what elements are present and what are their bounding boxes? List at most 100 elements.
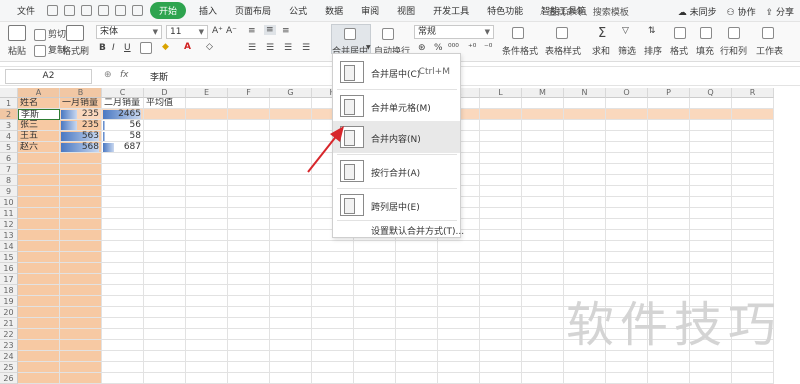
column-header[interactable]: N xyxy=(564,88,606,98)
column-header[interactable]: G xyxy=(270,88,312,98)
cell[interactable] xyxy=(564,109,606,120)
justify-icon[interactable]: ☰ xyxy=(302,43,310,53)
cell[interactable] xyxy=(564,98,606,109)
column-header[interactable]: L xyxy=(480,88,522,98)
cell[interactable] xyxy=(354,362,396,373)
cell[interactable] xyxy=(396,285,438,296)
cell[interactable] xyxy=(648,120,690,131)
cell[interactable] xyxy=(186,230,228,241)
cell[interactable] xyxy=(480,241,522,252)
cell[interactable] xyxy=(732,241,774,252)
cell[interactable] xyxy=(480,296,522,307)
cell[interactable] xyxy=(102,186,144,197)
percent-button[interactable]: % xyxy=(434,43,443,53)
font-color-icon[interactable]: A xyxy=(184,42,191,52)
cell[interactable] xyxy=(18,164,60,175)
cell[interactable] xyxy=(228,109,270,120)
cell[interactable] xyxy=(228,285,270,296)
align-center-icon[interactable]: ☰ xyxy=(266,43,274,53)
cell[interactable] xyxy=(564,120,606,131)
row-header[interactable]: 11 xyxy=(0,208,18,219)
cell[interactable] xyxy=(186,351,228,362)
paste-button[interactable]: 粘贴 xyxy=(8,44,26,57)
decrease-decimal-icon[interactable]: ⁻⁰ xyxy=(484,43,492,53)
cell[interactable] xyxy=(396,362,438,373)
cell[interactable] xyxy=(102,351,144,362)
cell[interactable] xyxy=(648,197,690,208)
cell[interactable] xyxy=(522,252,564,263)
cell[interactable] xyxy=(480,131,522,142)
cell[interactable] xyxy=(186,373,228,384)
cell[interactable] xyxy=(270,285,312,296)
cell[interactable] xyxy=(144,131,186,142)
cell[interactable] xyxy=(102,362,144,373)
row-header[interactable]: 19 xyxy=(0,296,18,307)
cell[interactable] xyxy=(732,153,774,164)
cell[interactable] xyxy=(228,142,270,153)
cell[interactable] xyxy=(396,351,438,362)
tab-developer[interactable]: 开发工具 xyxy=(424,4,478,17)
cell[interactable] xyxy=(228,373,270,384)
cell[interactable] xyxy=(270,351,312,362)
format-painter-button[interactable]: 格式刷 xyxy=(62,44,89,57)
cell[interactable] xyxy=(60,230,102,241)
cell[interactable] xyxy=(18,318,60,329)
menu-item-center-across[interactable]: 跨列居中(E) xyxy=(333,189,460,221)
menu-item-merge-content[interactable]: 合并内容(N) xyxy=(333,121,460,153)
row-header[interactable]: 25 xyxy=(0,362,18,373)
cell[interactable] xyxy=(648,186,690,197)
cell[interactable] xyxy=(186,175,228,186)
cell[interactable] xyxy=(354,285,396,296)
row-header[interactable]: 10 xyxy=(0,197,18,208)
cell[interactable] xyxy=(354,373,396,384)
column-header[interactable]: D xyxy=(144,88,186,98)
cell[interactable] xyxy=(480,98,522,109)
cell[interactable] xyxy=(270,340,312,351)
cell[interactable] xyxy=(312,318,354,329)
cell[interactable] xyxy=(396,296,438,307)
fx-icon[interactable]: fx xyxy=(120,70,129,80)
column-header[interactable]: C xyxy=(102,88,144,98)
cell[interactable] xyxy=(648,208,690,219)
cell[interactable] xyxy=(564,263,606,274)
cell[interactable] xyxy=(312,263,354,274)
cell[interactable] xyxy=(438,329,480,340)
cell[interactable] xyxy=(480,362,522,373)
cell[interactable] xyxy=(60,285,102,296)
cell[interactable] xyxy=(270,318,312,329)
cell[interactable] xyxy=(732,131,774,142)
cell[interactable] xyxy=(60,362,102,373)
cell[interactable] xyxy=(522,109,564,120)
cell[interactable] xyxy=(102,164,144,175)
command-search[interactable]: ⌕ 查找命令、搜索模板 xyxy=(540,5,629,18)
cell[interactable] xyxy=(732,219,774,230)
cell[interactable] xyxy=(606,263,648,274)
table-style-button[interactable]: 表格样式 xyxy=(545,44,581,57)
row-header[interactable]: 21 xyxy=(0,318,18,329)
cell[interactable] xyxy=(648,109,690,120)
cell[interactable] xyxy=(564,252,606,263)
cell[interactable] xyxy=(144,241,186,252)
cell[interactable] xyxy=(438,274,480,285)
row-header[interactable]: 22 xyxy=(0,329,18,340)
cell[interactable] xyxy=(354,241,396,252)
cell[interactable] xyxy=(102,197,144,208)
cell[interactable] xyxy=(312,340,354,351)
cell[interactable] xyxy=(60,296,102,307)
cell[interactable] xyxy=(648,164,690,175)
cell[interactable] xyxy=(102,285,144,296)
row-col-icon[interactable] xyxy=(728,27,742,39)
cell[interactable]: 张三 xyxy=(18,120,60,131)
tab-start[interactable]: 开始 xyxy=(150,2,187,19)
cell[interactable] xyxy=(606,197,648,208)
cell[interactable] xyxy=(228,252,270,263)
cell[interactable] xyxy=(18,263,60,274)
underline-button[interactable]: U xyxy=(124,43,131,53)
row-header[interactable]: 24 xyxy=(0,351,18,362)
cell[interactable] xyxy=(144,252,186,263)
format-painter-icon[interactable] xyxy=(66,25,84,41)
cell[interactable] xyxy=(606,164,648,175)
row-header[interactable]: 1 xyxy=(0,98,18,109)
cell[interactable] xyxy=(438,362,480,373)
cell[interactable] xyxy=(102,296,144,307)
